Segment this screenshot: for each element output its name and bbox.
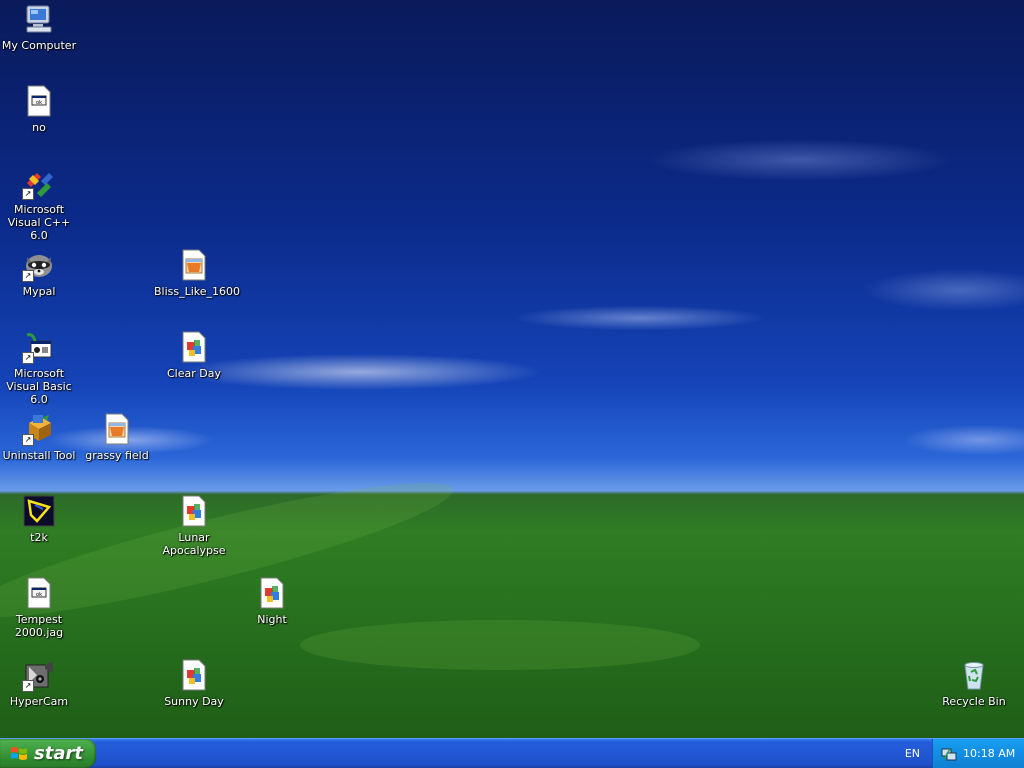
windows-logo-icon: [10, 745, 28, 763]
theme-file-icon: [177, 658, 211, 692]
desktop-icon-sunny-day[interactable]: Sunny Day: [154, 658, 234, 708]
desktop-icon-hypercam[interactable]: ↗ HyperCam: [0, 658, 79, 708]
desktop-icon-label: Bliss_Like_1600: [154, 285, 241, 298]
shortcut-arrow-icon: ↗: [22, 188, 34, 200]
desktop-icon-label: Microsoft Visual Basic 6.0: [6, 367, 72, 406]
jag-file-icon: ok: [22, 576, 56, 610]
uninstall-tool-icon: ↗: [22, 412, 56, 446]
desktop-icon-bliss-like-1600[interactable]: Bliss_Like_1600: [154, 248, 241, 298]
desktop-icon-lunar-apocalypse[interactable]: Lunar Apocalypse: [154, 494, 234, 557]
desktop-icon-label: Recycle Bin: [942, 695, 1006, 708]
theme-file-icon: [177, 494, 211, 528]
desktop-icon-label: Mypal: [22, 285, 56, 298]
t2k-icon: [22, 494, 56, 528]
desktop-icon-label: Night: [257, 613, 287, 626]
jag-file-icon: ok: [22, 84, 56, 118]
theme-file-icon: [255, 576, 289, 610]
svg-text:ok: ok: [36, 100, 42, 106]
clock[interactable]: 10:18 AM: [963, 747, 1015, 760]
start-label: start: [34, 743, 83, 764]
start-button[interactable]: start: [0, 739, 96, 768]
desktop-icon-label: My Computer: [1, 39, 77, 52]
desktop-icon-label: Lunar Apocalypse: [162, 531, 226, 557]
svg-text:ok: ok: [36, 592, 42, 598]
system-tray: 10:18 AM: [932, 739, 1024, 768]
desktop-icon-label: Sunny Day: [164, 695, 224, 708]
desktop-icon-label: Microsoft Visual C++ 6.0: [7, 203, 71, 242]
shortcut-arrow-icon: ↗: [22, 352, 34, 364]
desktop-background: My Computer ok no ↗ Microsoft Visual C++…: [0, 0, 1024, 738]
desktop-icon-t2k[interactable]: t2k: [0, 494, 79, 544]
grass-streak: [300, 620, 700, 670]
desktop-icon-label: t2k: [30, 531, 48, 544]
desktop-icon-visual-cpp[interactable]: ↗ Microsoft Visual C++ 6.0: [0, 166, 79, 242]
desktop-icon-tempest-2000[interactable]: ok Tempest 2000.jag: [0, 576, 79, 639]
my-computer-icon: [22, 2, 56, 36]
recycle-bin-icon: [957, 658, 991, 692]
taskbar: start EN 10:18 AM: [0, 738, 1024, 768]
visual-basic-icon: ↗: [22, 330, 56, 364]
visual-cpp-icon: ↗: [22, 166, 56, 200]
desktop-icon-mypal[interactable]: ↗ Mypal: [0, 248, 79, 298]
shortcut-arrow-icon: ↗: [22, 434, 34, 446]
desktop-icon-label: HyperCam: [9, 695, 69, 708]
image-file-icon: [177, 248, 211, 282]
image-file-icon: [100, 412, 134, 446]
desktop-icon-night[interactable]: Night: [232, 576, 312, 626]
desktop-icon-clear-day[interactable]: Clear Day: [154, 330, 234, 380]
desktop-icon-no[interactable]: ok no: [0, 84, 79, 134]
network-icon[interactable]: [941, 746, 957, 762]
shortcut-arrow-icon: ↗: [22, 270, 34, 282]
desktop-icon-recycle-bin[interactable]: Recycle Bin: [934, 658, 1014, 708]
desktop-icon-uninstall-tool[interactable]: ↗ Uninstall Tool: [0, 412, 79, 462]
mypal-icon: ↗: [22, 248, 56, 282]
desktop-icon-label: Tempest 2000.jag: [14, 613, 64, 639]
shortcut-arrow-icon: ↗: [22, 680, 34, 692]
desktop-icon-label: Uninstall Tool: [2, 449, 76, 462]
hypercam-icon: ↗: [22, 658, 56, 692]
desktop-icon-label: Clear Day: [167, 367, 221, 380]
theme-file-icon: [177, 330, 211, 364]
desktop-icon-label: grassy field: [85, 449, 149, 462]
desktop-icon-my-computer[interactable]: My Computer: [0, 2, 79, 52]
desktop-icon-grassy-field[interactable]: grassy field: [77, 412, 157, 462]
desktop-icon-label: no: [32, 121, 46, 134]
desktop-icon-visual-basic[interactable]: ↗ Microsoft Visual Basic 6.0: [0, 330, 79, 406]
language-indicator[interactable]: EN: [905, 747, 920, 760]
